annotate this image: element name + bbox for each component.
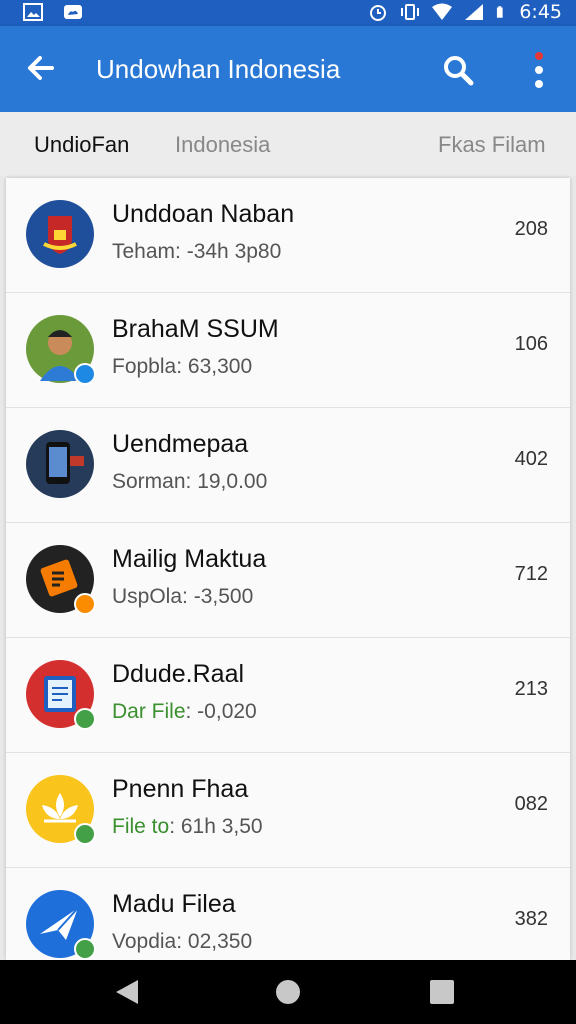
system-nav-bar bbox=[0, 960, 576, 1024]
tab-undiofan[interactable]: UndioFan bbox=[34, 132, 129, 158]
item-subtitle: Dar File: -0,020 bbox=[112, 700, 257, 723]
list-item[interactable]: Ddude.Raal Dar File: -0,020 213 bbox=[6, 638, 570, 753]
nav-back-icon[interactable] bbox=[116, 980, 138, 1004]
item-name: BrahaM SSUM bbox=[112, 315, 279, 343]
tab-fkas-filam[interactable]: Fkas Filam bbox=[438, 132, 546, 158]
item-count: 382 bbox=[514, 908, 548, 930]
page-title: Undowhan Indonesia bbox=[96, 54, 341, 84]
item-name: Uendmepaa bbox=[112, 430, 249, 458]
check-badge-icon bbox=[74, 708, 96, 730]
vibrate-icon bbox=[401, 4, 420, 20]
item-count: 712 bbox=[514, 563, 548, 585]
check-badge-icon bbox=[74, 938, 96, 960]
item-name: Mailig Maktua bbox=[112, 545, 267, 573]
item-count: 106 bbox=[514, 333, 548, 355]
back-arrow-icon[interactable] bbox=[22, 50, 58, 86]
phone-device-icon bbox=[26, 430, 94, 498]
item-subtitle: Sorman: 19,0.00 bbox=[112, 470, 268, 493]
item-subtitle: File to: 61h 3,50 bbox=[112, 815, 263, 838]
document-app-icon bbox=[26, 545, 96, 615]
item-count: 402 bbox=[514, 448, 548, 470]
emblem-icon bbox=[26, 200, 94, 268]
more-options-icon[interactable] bbox=[530, 50, 548, 90]
app-bar: Undowhan Indonesia bbox=[0, 26, 576, 112]
file-manager-icon bbox=[26, 660, 96, 730]
status-time: 6:45 bbox=[519, 1, 562, 23]
item-count: 208 bbox=[514, 218, 548, 240]
item-list: Unddoan Naban Teham: -34h 3p80 208 Braha… bbox=[6, 178, 570, 960]
verified-badge-icon bbox=[74, 363, 96, 385]
item-name: Madu Filea bbox=[112, 890, 236, 918]
list-item[interactable]: Unddoan Naban Teham: -34h 3p80 208 bbox=[6, 178, 570, 293]
paper-plane-icon bbox=[26, 890, 96, 960]
list-item[interactable]: Madu Filea Vopdia: 02,350 382 bbox=[6, 868, 570, 960]
check-badge-icon bbox=[74, 823, 96, 845]
list-item[interactable]: Mailig Maktua UspOla: -3,500 712 bbox=[6, 523, 570, 638]
list-item[interactable]: BrahaM SSUM Fopbla: 63,300 106 bbox=[6, 293, 570, 408]
item-subtitle: UspOla: -3,500 bbox=[112, 585, 254, 608]
list-item[interactable]: Pnenn Fhaa File to: 61h 3,50 082 bbox=[6, 753, 570, 868]
tab-bar: UndioFan Indonesia Fkas Filam bbox=[0, 112, 576, 176]
orange-badge-icon bbox=[74, 593, 96, 615]
item-subtitle: Teham: -34h 3p80 bbox=[112, 240, 282, 263]
item-subtitle: Vopdia: 02,350 bbox=[112, 930, 253, 953]
item-name: Unddoan Naban bbox=[112, 200, 295, 228]
item-count: 082 bbox=[514, 793, 548, 815]
alarm-icon bbox=[370, 5, 387, 21]
item-name: Pnenn Fhaa bbox=[112, 775, 249, 803]
item-name: Ddude.Raal bbox=[112, 660, 245, 688]
search-icon[interactable] bbox=[440, 52, 476, 88]
signal-icon bbox=[465, 4, 484, 20]
wifi-icon bbox=[432, 3, 453, 20]
item-count: 213 bbox=[514, 678, 548, 700]
lotus-icon bbox=[26, 775, 96, 845]
person-photo-icon bbox=[26, 315, 96, 385]
nav-home-icon[interactable] bbox=[276, 980, 300, 1004]
list-item[interactable]: Uendmepaa Sorman: 19,0.00 402 bbox=[6, 408, 570, 523]
tab-indonesia[interactable]: Indonesia bbox=[175, 132, 270, 158]
item-subtitle: Fopbla: 63,300 bbox=[112, 355, 253, 378]
cloud-notification-icon bbox=[64, 5, 82, 19]
gallery-notification-icon bbox=[23, 3, 43, 21]
nav-recents-icon[interactable] bbox=[430, 980, 454, 1004]
status-bar: 6:45 bbox=[0, 0, 576, 26]
battery-icon bbox=[497, 6, 503, 18]
